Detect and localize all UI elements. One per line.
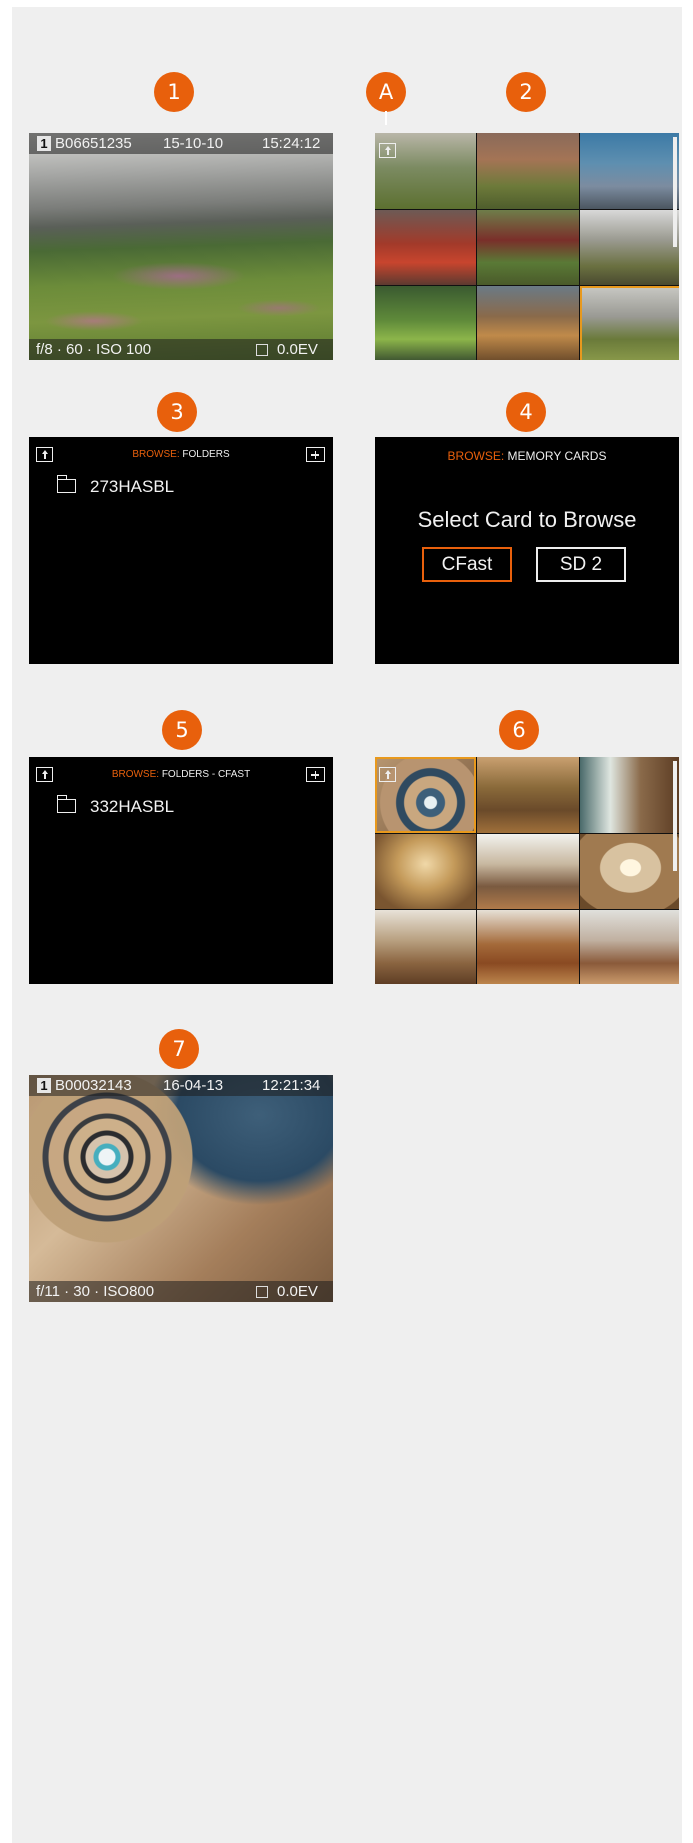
thumbnail[interactable] [477, 833, 579, 910]
thumbnail[interactable] [477, 209, 579, 286]
screen-4-memory-cards: BROWSE: MEMORY CARDS Select Card to Brow… [375, 437, 679, 664]
step-badge-3: 3 [157, 392, 197, 432]
card-slot-icon: 1 [37, 1078, 51, 1093]
exposure-info-bar: f/8 · 60 · ISO 100 0.0EV [29, 339, 333, 360]
capture-date: 15-10-10 [163, 135, 224, 152]
manual-page: 1 A 2 1 B06651235 15-10-10 15:24:12 f/8 … [12, 7, 682, 1843]
thumbnail[interactable] [375, 833, 477, 910]
thumbnail[interactable] [477, 757, 579, 833]
browse-title: BROWSE: MEMORY CARDS [447, 449, 607, 463]
exposure-comp-icon [256, 344, 268, 356]
screen-7-full-image: 1 B00032143 16-04-13 12:21:34 f/11 · 30 … [29, 1075, 333, 1302]
thumbnail[interactable] [477, 910, 579, 984]
thumbnail[interactable] [579, 833, 679, 910]
up-folder-icon[interactable] [379, 767, 396, 782]
step-badge-2: 2 [506, 72, 546, 112]
thumbnail[interactable] [477, 286, 579, 360]
scrollbar[interactable] [673, 137, 677, 247]
thumbnail[interactable] [579, 757, 679, 833]
image-info-bar: 1 B00032143 16-04-13 12:21:34 [29, 1075, 333, 1096]
scrollbar[interactable] [673, 761, 677, 871]
new-folder-icon[interactable] [306, 767, 325, 782]
browse-title: BROWSE: FOLDERS [132, 449, 230, 460]
exposure-settings: f/8 · 60 · ISO 100 [36, 341, 152, 358]
filename: B00032143 [55, 1077, 132, 1094]
ev-value: 0.0EV [277, 341, 318, 358]
select-card-prompt: Select Card to Browse [417, 507, 637, 532]
thumbnail-selected[interactable] [579, 286, 679, 360]
step-badge-1: 1 [154, 72, 194, 112]
image-info-bar: 1 B06651235 15-10-10 15:24:12 [29, 133, 333, 154]
folder-icon [56, 475, 76, 493]
up-folder-icon[interactable] [379, 143, 396, 158]
step-badge-6: 6 [499, 710, 539, 750]
callout-line-a [385, 111, 387, 125]
step-badge-5: 5 [162, 710, 202, 750]
exposure-settings: f/11 · 30 · ISO800 [36, 1283, 155, 1300]
folder-item[interactable]: 273HASBL [56, 475, 174, 497]
step-badge-4: 4 [506, 392, 546, 432]
callout-badge-a: A [366, 72, 406, 112]
new-folder-icon[interactable] [306, 447, 325, 462]
ev-value: 0.0EV [277, 1283, 318, 1300]
thumbnail[interactable] [579, 209, 679, 286]
screen-2-thumbnail-grid [375, 133, 679, 360]
capture-date: 16-04-13 [163, 1077, 224, 1094]
card-slot-icon: 1 [37, 136, 51, 151]
capture-time: 12:21:34 [262, 1077, 321, 1094]
exposure-info-bar: f/11 · 30 · ISO800 0.0EV [29, 1281, 333, 1302]
screen-6-thumbnail-grid [375, 757, 679, 984]
thumbnail[interactable] [579, 910, 679, 984]
thumbnail[interactable] [375, 910, 477, 984]
step-badge-7: 7 [159, 1029, 199, 1069]
screen-1-full-image: 1 B06651235 15-10-10 15:24:12 f/8 · 60 ·… [29, 133, 333, 360]
thumbnail[interactable] [477, 133, 579, 209]
screen-5-folders-cfast: BROWSE: FOLDERS - CFAST 332HASBL [29, 757, 333, 984]
folder-item[interactable]: 332HASBL [56, 795, 174, 817]
thumbnail[interactable] [375, 286, 477, 360]
thumbnail[interactable] [579, 133, 679, 209]
browse-title: BROWSE: FOLDERS - CFAST [111, 769, 251, 780]
exposure-comp-icon [256, 1286, 268, 1298]
folder-icon [56, 795, 76, 813]
capture-time: 15:24:12 [262, 135, 321, 152]
cfast-card-button[interactable]: CFast [422, 547, 512, 582]
screen-3-folders: BROWSE: FOLDERS 273HASBL [29, 437, 333, 664]
thumbnail[interactable] [375, 209, 477, 286]
sd2-card-button[interactable]: SD 2 [536, 547, 626, 582]
filename: B06651235 [55, 135, 132, 152]
